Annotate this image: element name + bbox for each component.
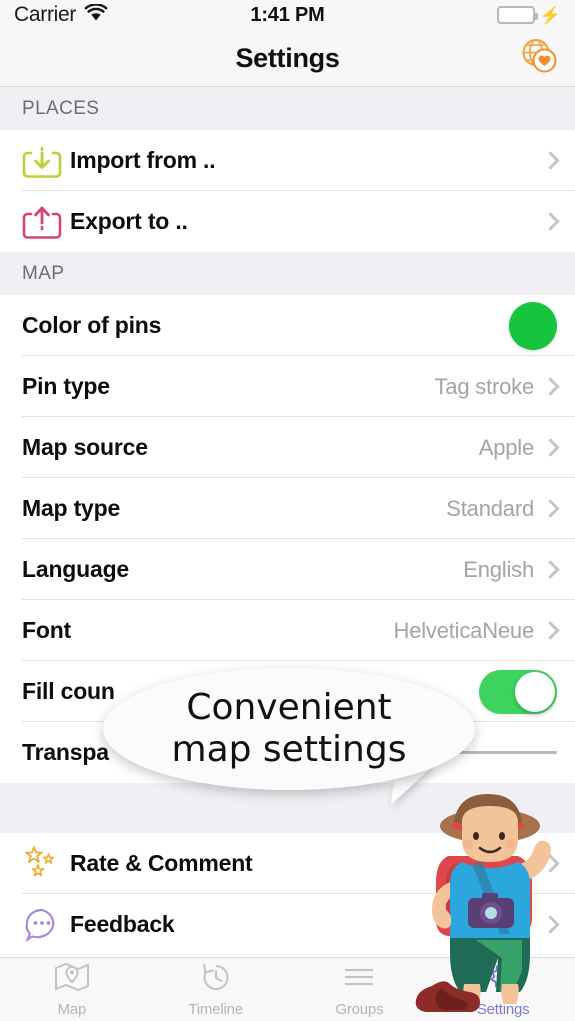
tab-timeline[interactable]: Timeline xyxy=(144,958,288,1021)
section-header-map: MAP xyxy=(0,252,575,295)
import-download-icon xyxy=(22,140,70,182)
row-label: Export to .. xyxy=(70,208,188,234)
tab-map[interactable]: Map xyxy=(0,958,144,1021)
map-pin-icon xyxy=(53,961,91,998)
battery-icon xyxy=(496,6,538,24)
speech-bubble: Convenient map settings xyxy=(103,668,475,790)
speech-bubble-line-2: map settings xyxy=(171,729,407,770)
row-label: Feedback xyxy=(70,911,175,937)
row-value: HelveticaNeue xyxy=(393,617,535,643)
fill-countries-toggle[interactable] xyxy=(479,669,557,714)
page-title: Settings xyxy=(235,42,340,73)
row-label: Color of pins xyxy=(22,312,162,338)
chevron-right-icon xyxy=(541,621,560,640)
speech-bubble-line-1: Convenient xyxy=(186,686,392,728)
status-bar: Carrier 1:41 PM ⚡ xyxy=(0,0,575,30)
row-label: Map type xyxy=(22,495,121,521)
carrier-label: Carrier xyxy=(14,3,77,26)
pin-color-swatch[interactable] xyxy=(509,301,557,350)
stars-icon xyxy=(22,843,70,885)
export-upload-icon xyxy=(22,201,70,243)
row-value: Standard xyxy=(446,495,534,521)
chevron-right-icon xyxy=(541,438,560,457)
tab-label: Groups xyxy=(335,1001,384,1018)
row-label: Map source xyxy=(22,434,148,460)
list-lines-icon xyxy=(341,961,377,998)
row-label: Fill coun xyxy=(22,678,115,704)
chevron-right-icon xyxy=(541,151,560,170)
tab-label: Timeline xyxy=(188,1001,243,1018)
row-pin-type[interactable]: Pin type Tag stroke xyxy=(0,356,575,417)
chat-bubble-icon xyxy=(22,904,70,946)
chevron-right-icon xyxy=(541,560,560,579)
row-value: English xyxy=(463,556,534,582)
row-map-source[interactable]: Map source Apple xyxy=(0,417,575,478)
tab-label: Map xyxy=(57,1001,87,1018)
row-label: Language xyxy=(22,556,130,582)
row-label: Font xyxy=(22,617,72,643)
row-font[interactable]: Font HelveticaNeue xyxy=(0,600,575,661)
row-label: Import from .. xyxy=(70,147,216,173)
status-bar-left: Carrier xyxy=(14,2,108,27)
chevron-right-icon xyxy=(541,212,560,231)
row-label: Transpa xyxy=(22,739,109,765)
row-value: Tag stroke xyxy=(434,373,535,399)
row-export-to[interactable]: Export to .. xyxy=(0,191,575,252)
settings-screen: Carrier 1:41 PM ⚡ Settings PLACES Import… xyxy=(0,0,575,1021)
wifi-icon xyxy=(84,2,108,27)
chevron-right-icon xyxy=(541,499,560,518)
row-label: Pin type xyxy=(22,373,110,399)
traveler-illustration xyxy=(410,778,575,1018)
row-language[interactable]: Language English xyxy=(0,539,575,600)
row-import-from[interactable]: Import from .. xyxy=(0,130,575,191)
places-group: Import from .. Export to .. xyxy=(0,130,575,252)
status-bar-right: ⚡ xyxy=(496,5,561,25)
row-map-type[interactable]: Map type Standard xyxy=(0,478,575,539)
navigation-bar: Settings xyxy=(0,30,575,87)
lightning-bolt-icon: ⚡ xyxy=(539,5,561,25)
globe-heart-icon[interactable] xyxy=(519,36,559,81)
row-value: Apple xyxy=(478,434,534,460)
clock-history-icon xyxy=(199,961,233,998)
chevron-right-icon xyxy=(541,377,560,396)
row-label: Rate & Comment xyxy=(70,850,253,876)
section-header-places: PLACES xyxy=(0,87,575,130)
row-color-of-pins[interactable]: Color of pins xyxy=(0,295,575,356)
